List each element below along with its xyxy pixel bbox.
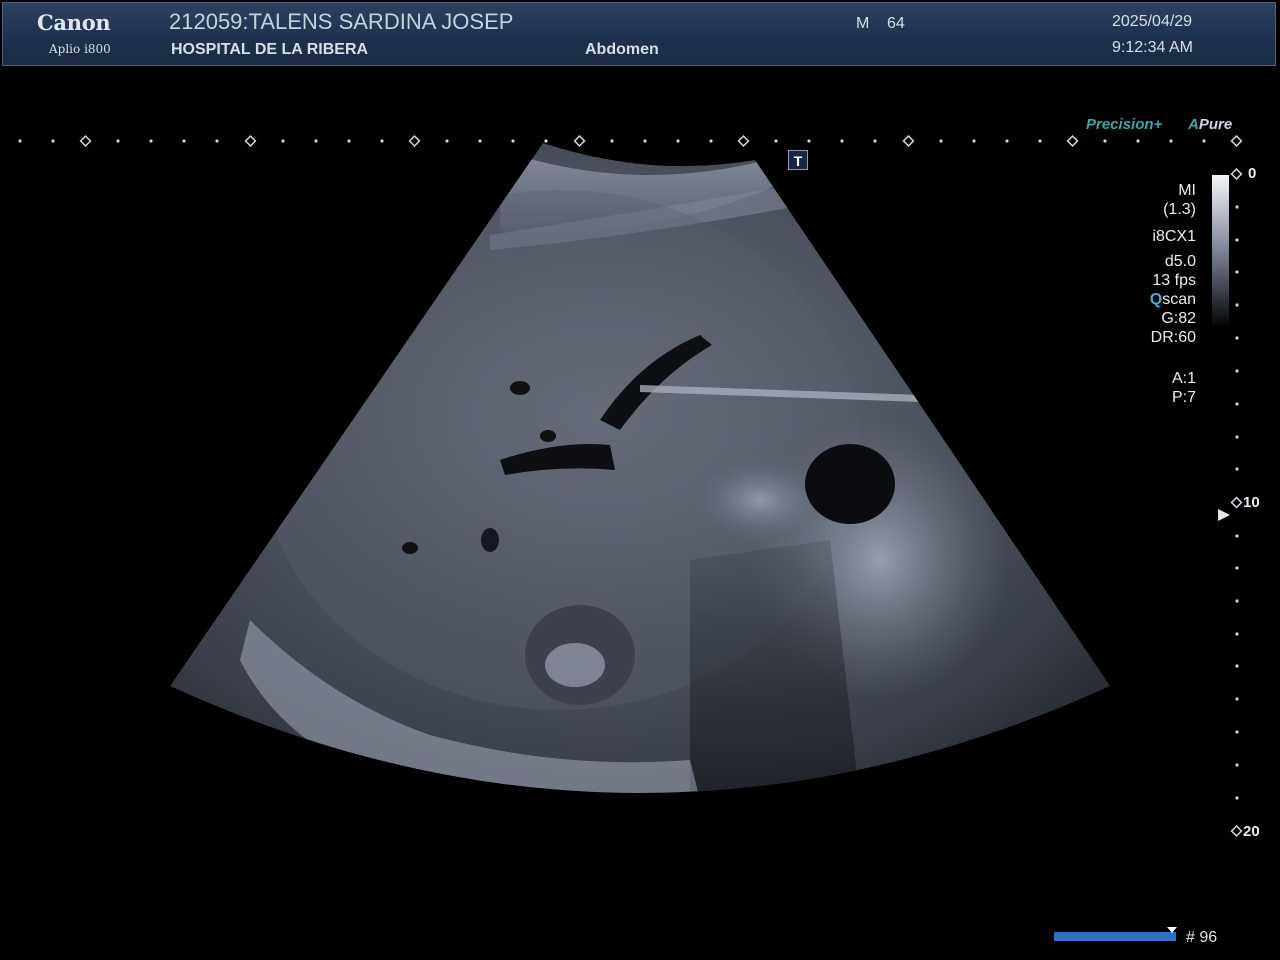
- imaging-parameters: MI (1.3) i8CX1 d5.0 13 fps Qscan G:82 DR…: [1106, 181, 1196, 407]
- frame-rate: 13 fps: [1152, 272, 1196, 289]
- depth-scale: [1235, 205, 1239, 800]
- lateral-scale: [18, 139, 1206, 143]
- transducer-orientation-marker[interactable]: T: [788, 150, 808, 170]
- plus-icon: +: [1153, 116, 1163, 133]
- lateral-scale-major: [79, 134, 1243, 148]
- mi-value: (1.3): [1163, 201, 1196, 218]
- precision-mode-label: Precision+: [1086, 116, 1163, 133]
- mi-label: MI: [1178, 182, 1196, 199]
- depth-value: d5.0: [1164, 253, 1196, 270]
- focus-marker: [1218, 509, 1230, 521]
- ultrasound-image[interactable]: [0, 0, 1280, 960]
- scan-mode: Qscan: [1149, 291, 1196, 308]
- dynamic-range: DR:60: [1150, 329, 1196, 346]
- depth-label-bottom: 20: [1243, 823, 1260, 840]
- depth-label-top: 0: [1248, 165, 1257, 182]
- apure-mode-label: APure: [1188, 116, 1233, 133]
- cine-bar-fill: [1054, 932, 1176, 941]
- param-p: P:7: [1171, 389, 1196, 406]
- probe-name: i8CX1: [1152, 228, 1196, 245]
- param-a: A:1: [1171, 370, 1196, 387]
- gain-value: G:82: [1161, 310, 1196, 327]
- grayscale-bar: [1212, 175, 1229, 325]
- depth-label-mid: 10: [1243, 494, 1260, 511]
- frame-number: # 96: [1186, 929, 1218, 946]
